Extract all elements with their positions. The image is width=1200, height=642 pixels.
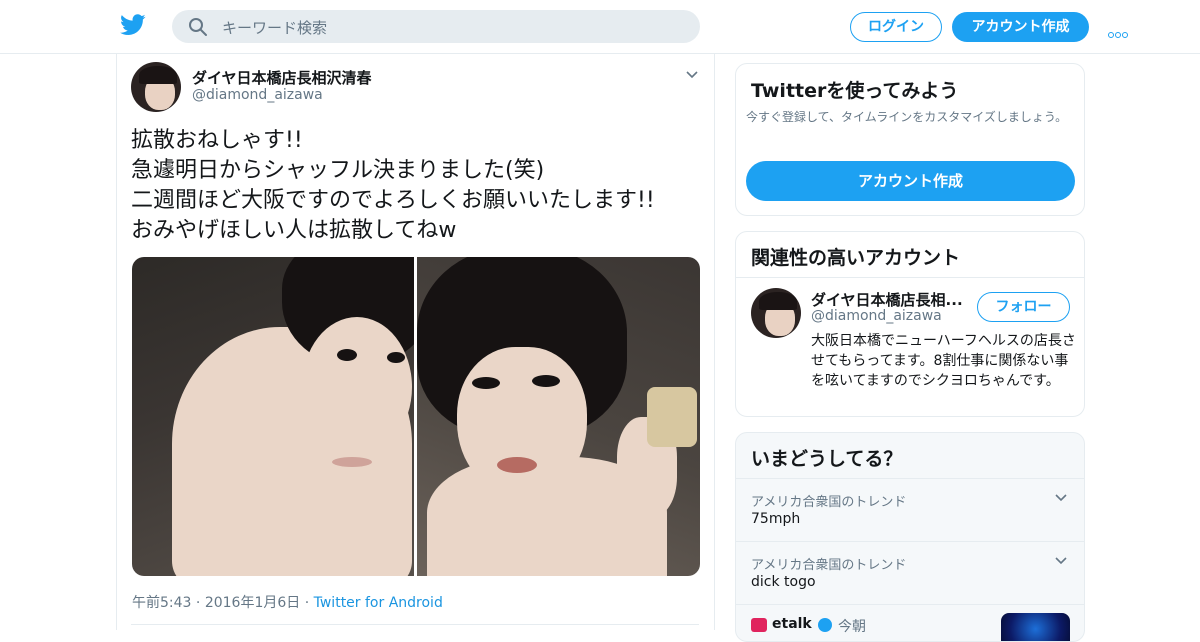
tweet-line: 二週間ほど大阪ですのでよろしくお願いいたします!! [131, 188, 655, 213]
chevron-down-icon[interactable] [1054, 556, 1068, 566]
login-button[interactable]: ログイン [850, 12, 942, 42]
tweet-photo[interactable] [417, 257, 700, 576]
trend-item[interactable]: アメリカ合衆国のトレンド 75mph [736, 478, 1084, 540]
news-time: 今朝 [838, 619, 866, 635]
trend-name[interactable]: dick togo [751, 574, 816, 590]
related-account-handle[interactable]: @diamond_aizawa [811, 308, 942, 324]
tweet-column: ダイヤ日本橋店長相沢清春 @diamond_aizawa 拡散おねしゃす!! 急… [116, 54, 715, 630]
tweet-text: 拡散おねしゃす!! 急遽明日からシャッフル決まりました(笑) 二週間ほど大阪です… [131, 126, 706, 246]
trend-context: アメリカ合衆国のトレンド [751, 495, 907, 510]
tweet-media [132, 257, 700, 576]
tweet-line: 拡散おねしゃす!! [131, 128, 303, 153]
follow-button[interactable]: フォロー [977, 292, 1070, 322]
signup-card-description: 今すぐ登録して、タイムラインをカスタマイズしましょう。 [746, 110, 1068, 124]
signup-card: Twitterを使ってみよう 今すぐ登録して、タイムラインをカスタマイズしましょ… [735, 63, 1085, 216]
search-box[interactable]: キーワード検索 [172, 10, 700, 43]
trend-name[interactable]: 75mph [751, 511, 800, 527]
tweet-date[interactable]: 2016年1月6日 [205, 595, 300, 611]
divider [736, 277, 1084, 278]
avatar[interactable] [751, 288, 801, 338]
chevron-down-icon[interactable] [685, 70, 699, 80]
related-account-bio: 大阪日本橋でニューハーフヘルスの店長させてもらってます。8割仕事に関係ない事を呟… [811, 333, 1076, 389]
signup-card-title: Twitterを使ってみよう [751, 80, 959, 102]
avatar[interactable] [131, 62, 181, 112]
create-account-button[interactable]: アカウント作成 [746, 161, 1075, 201]
tweet-meta: 午前5:43 · 2016年1月6日 · Twitter for Android [132, 595, 443, 611]
tweet-time[interactable]: 午前5:43 [132, 595, 191, 611]
chevron-down-icon[interactable] [1054, 493, 1068, 503]
signup-button[interactable]: アカウント作成 [952, 12, 1089, 42]
tweet-line: おみやげほしい人は拡散してねw [131, 218, 457, 243]
trends-card-title: いまどうしてる？ [751, 448, 903, 470]
tweet-author-name[interactable]: ダイヤ日本橋店長相沢清春 [192, 67, 372, 88]
tweet-source-link[interactable]: Twitter for Android [314, 595, 443, 611]
news-thumbnail[interactable] [1001, 613, 1070, 641]
related-card-title: 関連性の高いアカウント [751, 247, 961, 269]
tweet-author-handle[interactable]: @diamond_aizawa [192, 87, 323, 103]
trends-card: いまどうしてる？ アメリカ合衆国のトレンド 75mph アメリカ合衆国のトレンド… [735, 432, 1085, 642]
related-accounts-card: 関連性の高いアカウント ダイヤ日本橋店長相... @diamond_aizawa… [735, 231, 1085, 417]
trend-context: アメリカ合衆国のトレンド [751, 558, 907, 573]
search-input[interactable]: キーワード検索 [222, 17, 327, 38]
tweet-line: 急遽明日からシャッフル決まりました(笑) [131, 158, 545, 183]
twitter-logo-icon[interactable] [120, 13, 146, 37]
trend-item[interactable]: アメリカ合衆国のトレンド dick togo [736, 541, 1084, 603]
search-icon [189, 18, 207, 36]
more-options-icon[interactable] [1108, 23, 1130, 38]
related-account-name[interactable]: ダイヤ日本橋店長相... [811, 289, 963, 310]
news-item[interactable]: etalk 今朝 [736, 604, 1084, 641]
tweet-photo[interactable] [132, 257, 414, 576]
top-bar: キーワード検索 ログイン アカウント作成 [0, 0, 1200, 54]
divider [131, 624, 699, 625]
